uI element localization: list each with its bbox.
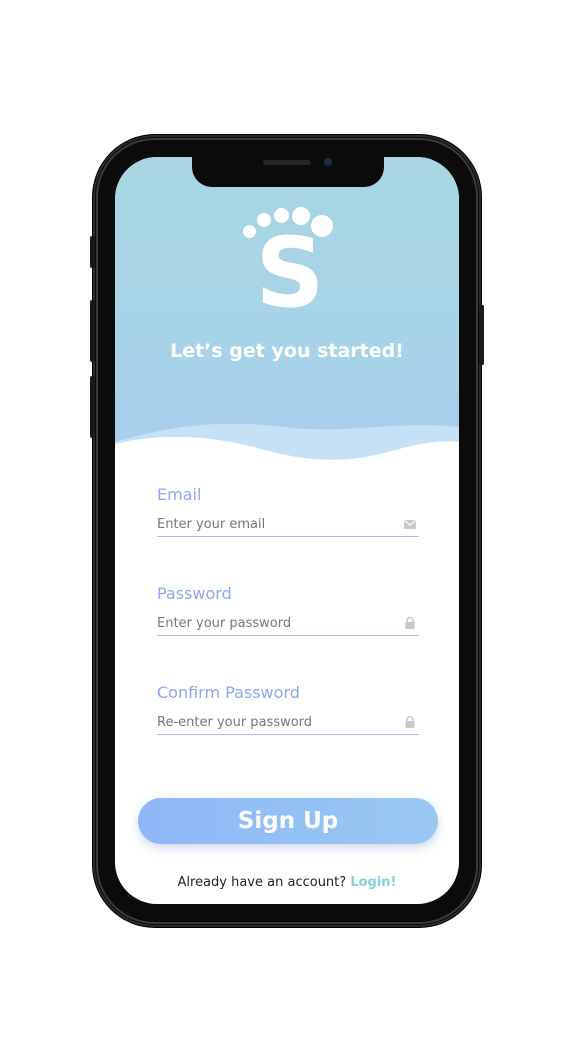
side-button-mute [90,236,95,268]
confirm-password-field-group: Confirm Password [157,683,419,735]
front-camera [324,158,332,166]
password-field-group: Password [157,584,419,636]
login-link[interactable]: Login! [350,875,396,890]
hero-wave [115,423,459,482]
lock-icon [405,715,415,728]
confirm-password-label: Confirm Password [157,683,300,702]
speaker-grille [263,160,311,165]
email-field-row [157,514,419,537]
side-button-power [479,305,484,365]
side-button-volume-up [90,300,95,362]
password-field-row [157,613,419,636]
logo-letter: S [255,217,325,329]
email-label: Email [157,485,202,504]
confirm-password-input[interactable] [157,712,392,732]
app-screen: S Let’s get you started! Email Password … [115,157,459,904]
page-title: Let’s get you started! [170,340,404,362]
confirm-password-field-row [157,712,419,735]
sign-up-button[interactable]: Sign Up [138,798,438,844]
password-label: Password [157,584,232,603]
app-logo: S [243,205,335,321]
side-button-volume-down [90,376,95,438]
login-prompt-text: Already have an account? [177,875,347,890]
email-input[interactable] [157,514,392,534]
password-input[interactable] [157,613,392,633]
login-prompt-line: Already have an account? Login! [115,875,459,890]
email-field-group: Email [157,485,419,537]
lock-icon [405,616,415,629]
envelope-icon [404,520,416,529]
